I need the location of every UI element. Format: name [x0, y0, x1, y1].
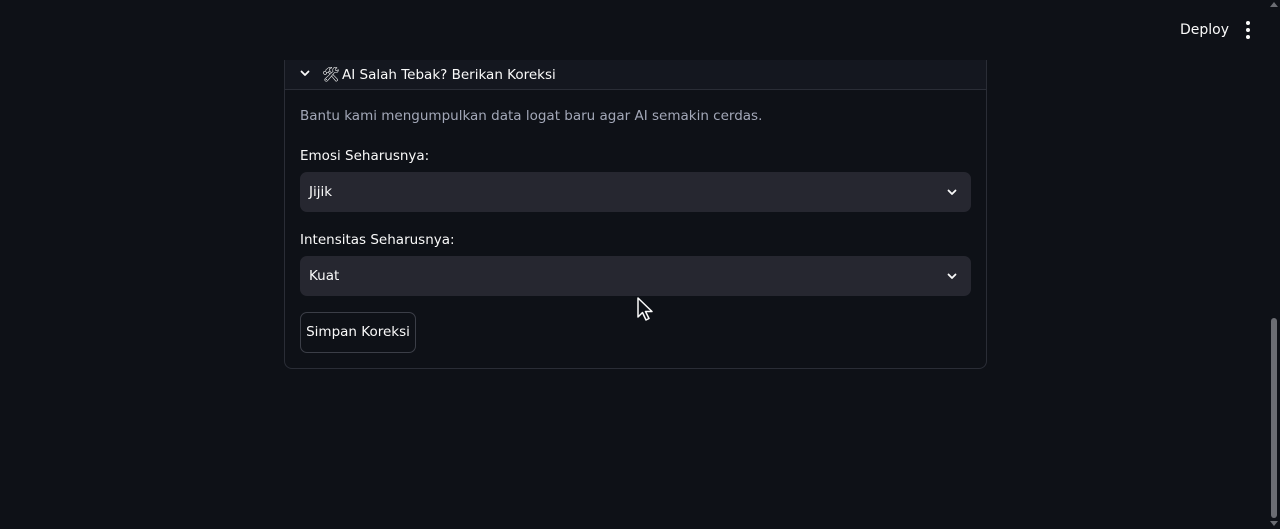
page-scrollbar[interactable] — [1268, 0, 1280, 529]
save-correction-button[interactable]: Simpan Koreksi — [300, 312, 416, 353]
expander-header[interactable]: 🛠 AI Salah Tebak? Berikan Koreksi — [285, 60, 986, 90]
expander-title: AI Salah Tebak? Berikan Koreksi — [342, 67, 556, 83]
mouse-cursor-icon — [637, 297, 653, 321]
intensity-label: Intensitas Seharusnya: — [300, 232, 455, 248]
emotion-label: Emosi Seharusnya: — [300, 148, 430, 164]
app-header: Deploy — [0, 0, 1280, 60]
expander-description: Bantu kami mengumpulkan data logat baru … — [300, 108, 763, 124]
intensity-select[interactable]: Kuat — [300, 256, 971, 296]
emotion-selected-value: Jijik — [309, 184, 333, 200]
scroll-thumb[interactable] — [1271, 318, 1277, 518]
deploy-button[interactable]: Deploy — [1170, 18, 1239, 42]
tools-icon: 🛠 — [322, 67, 340, 83]
chevron-down-icon — [300, 70, 310, 76]
emotion-select[interactable]: Jijik — [300, 172, 971, 212]
main-menu-button[interactable] — [1238, 20, 1258, 40]
chevron-down-icon — [947, 273, 957, 279]
chevron-down-icon — [947, 189, 957, 195]
vertical-dots-icon — [1246, 21, 1250, 25]
intensity-selected-value: Kuat — [309, 268, 340, 284]
scroll-down-icon[interactable] — [1270, 521, 1278, 526]
scroll-up-icon[interactable] — [1270, 2, 1278, 7]
